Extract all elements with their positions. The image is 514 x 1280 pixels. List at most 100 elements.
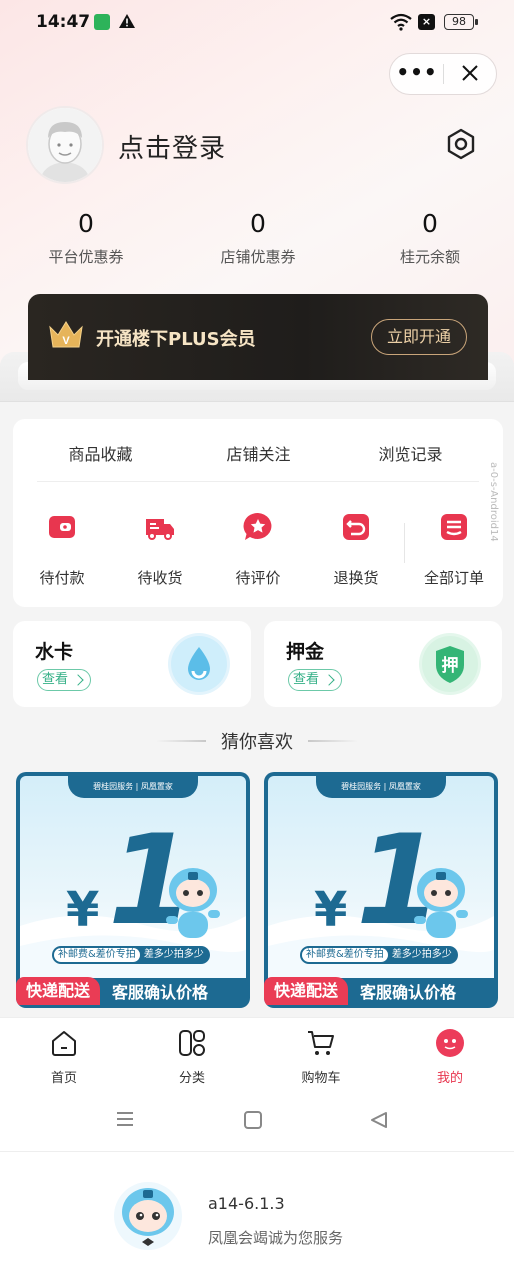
home-button-icon[interactable] [244, 1111, 262, 1129]
product-tag: 补邮费&差价专拍 差多少拍多少 [52, 946, 210, 964]
mine-icon [436, 1029, 464, 1057]
plus-membership-banner[interactable]: V 开通楼下PLUS会员 立即开通 [28, 294, 488, 380]
tab-label: 分类 [178, 1071, 205, 1086]
truck-icon [146, 519, 174, 540]
orders-icon [441, 514, 467, 540]
order-pending-payment[interactable]: 待付款 [13, 511, 111, 588]
stat-platform-coupons[interactable]: 0 平台优惠券 [0, 208, 172, 267]
followed-shops-link[interactable]: 店铺关注 [177, 441, 340, 465]
stat-shop-coupons[interactable]: 0 店铺优惠券 [172, 208, 344, 267]
return-icon [343, 514, 369, 540]
product-tag-right: 差多少拍多少 [391, 949, 452, 960]
order-card: 商品收藏 店铺关注 浏览记录 待付款 待收货 待评价 退换货 全部订单 [13, 419, 503, 607]
avatar[interactable] [26, 106, 104, 184]
order-label: 待收货 [137, 569, 183, 587]
tab-home[interactable]: 首页 [0, 1028, 128, 1086]
tab-bar: 首页 分类 购物车 我的 [0, 1017, 514, 1087]
guess-title: 猜你喜欢 [221, 732, 293, 753]
product-image: 碧桂园服务 | 凤凰置家 1 ¥ 补邮费&差价专拍 差多少拍多少 [20, 776, 246, 978]
water-card-view-button[interactable]: 查看 [37, 669, 92, 691]
stat-value: 0 [78, 209, 94, 238]
product-tag: 补邮费&差价专拍 差多少拍多少 [300, 946, 458, 964]
order-returns[interactable]: 退换货 [307, 511, 405, 588]
warning-icon [119, 14, 135, 28]
crown-letter: V [62, 335, 70, 347]
tab-cart[interactable]: 购物车 [257, 1028, 385, 1086]
mascot-avatar-icon [114, 1182, 182, 1250]
cart-icon [308, 1031, 334, 1055]
divider-line [308, 740, 358, 742]
footer: a14-6.1.3 凤凰会竭诚为您服务 [0, 1151, 514, 1280]
back-icon[interactable] [370, 1111, 388, 1129]
version-text: a14-6.1.3 [208, 1194, 285, 1213]
stat-balance[interactable]: 0 桂元余额 [344, 208, 514, 267]
product-card[interactable]: 碧桂园服务 | 凤凰置家 1 ¥ 补邮费&差价专拍 差多少拍多少 客服确认价格 快… [264, 772, 498, 1008]
divider [37, 481, 479, 482]
deposit-card-view-button[interactable]: 查看 [288, 669, 343, 691]
wifi-icon [390, 13, 412, 31]
plus-title: 开通楼下PLUS会员 [96, 329, 256, 350]
recent-apps-icon[interactable] [115, 1109, 135, 1129]
more-button[interactable]: ••• [390, 54, 444, 94]
tab-mine[interactable]: 我的 [386, 1028, 514, 1086]
stats-row: 0 平台优惠券 0 店铺优惠券 0 桂元余额 [0, 208, 514, 272]
app-notification-icon [94, 14, 110, 30]
login-link[interactable]: 点击登录 [118, 128, 226, 165]
mini-program-capsule: ••• [389, 53, 497, 95]
price-currency: ¥ [314, 882, 348, 938]
close-button[interactable] [446, 54, 496, 94]
quick-links: 商品收藏 店铺关注 浏览记录 [13, 419, 503, 481]
product-tag-left: 补邮费&差价专拍 [302, 948, 388, 962]
water-card[interactable]: 水卡 查看 [13, 621, 251, 707]
tab-label: 首页 [50, 1071, 77, 1086]
home-icon [52, 1031, 76, 1056]
order-label: 待付款 [39, 569, 85, 587]
wallet-icon [49, 516, 75, 538]
delivery-badge: 快递配送 [264, 977, 349, 1005]
mascot-icon [414, 868, 468, 938]
no-sim-icon: × [418, 14, 435, 30]
status-bar: 14:47 × 98 [0, 0, 514, 46]
crown-icon: V [49, 321, 83, 348]
battery-icon: 98 [444, 14, 478, 30]
water-drop-icon [168, 633, 230, 695]
tab-category[interactable]: 分类 [128, 1028, 256, 1086]
history-link[interactable]: 浏览记录 [329, 441, 492, 465]
stat-value: 0 [250, 209, 266, 238]
default-avatar-icon [28, 108, 102, 182]
deposit-card[interactable]: 押金 查看 押 [264, 621, 502, 707]
price-currency: ¥ [66, 882, 100, 938]
system-nav-bar [0, 1087, 514, 1151]
settings-button[interactable] [444, 127, 478, 161]
stat-label: 店铺优惠券 [220, 248, 296, 266]
status-time: 14:47 [36, 12, 91, 32]
product-image: 碧桂园服务 | 凤凰置家 1 ¥ 补邮费&差价专拍 差多少拍多少 [268, 776, 494, 978]
order-label: 退换货 [333, 569, 379, 587]
favorites-link[interactable]: 商品收藏 [19, 441, 182, 465]
tab-label: 购物车 [301, 1071, 341, 1086]
order-pending-review[interactable]: 待评价 [209, 511, 307, 588]
capsule-divider [443, 64, 444, 84]
brand-label: 碧桂园服务 | 凤凰置家 [68, 776, 198, 798]
product-tag-left: 补邮费&差价专拍 [54, 948, 140, 962]
order-label: 全部订单 [423, 569, 484, 587]
deposit-icon-text: 押 [442, 655, 459, 676]
water-card-title: 水卡 [35, 641, 74, 663]
review-icon [243, 512, 272, 540]
brand-label: 碧桂园服务 | 凤凰置家 [316, 776, 446, 798]
order-label: 待评价 [235, 569, 281, 587]
mascot-icon [166, 868, 220, 938]
stat-label: 平台优惠券 [48, 248, 124, 266]
order-pending-receipt[interactable]: 待收货 [111, 511, 209, 588]
stat-value: 0 [422, 209, 438, 238]
product-card[interactable]: 碧桂园服务 | 凤凰置家 1 ¥ 补邮费&差价专拍 差多少拍多少 客服确认价格 快… [16, 772, 250, 1008]
deposit-card-title: 押金 [286, 641, 325, 663]
settings-icon [447, 128, 475, 160]
side-watermark: a-0-s-Android14 [488, 462, 499, 542]
open-plus-button[interactable]: 立即开通 [371, 319, 467, 355]
tab-label: 我的 [436, 1071, 463, 1086]
deposit-shield-icon: 押 [419, 633, 481, 695]
service-text: 凤凰会竭诚为您服务 [208, 1229, 344, 1247]
product-tag-right: 差多少拍多少 [143, 949, 204, 960]
delivery-badge: 快递配送 [16, 977, 101, 1005]
